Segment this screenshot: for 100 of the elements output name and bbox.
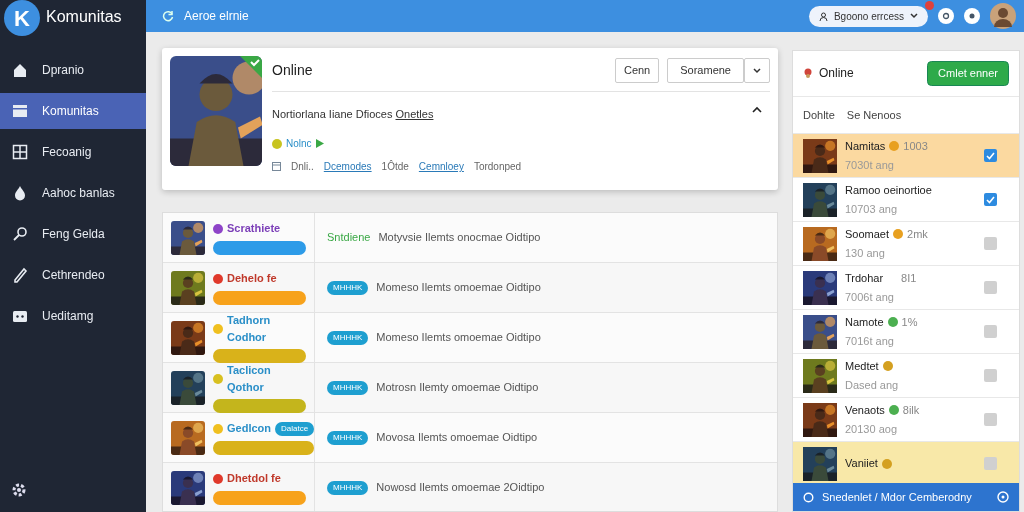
drop-icon — [12, 185, 28, 201]
settings-button[interactable] — [964, 8, 980, 24]
card-title: Online — [272, 60, 313, 80]
logo: K — [4, 0, 40, 36]
group-icon — [803, 68, 813, 79]
item-badge: Dalatce — [275, 421, 315, 436]
status-text: Nolnc — [286, 137, 312, 151]
member-name: Soomaet — [845, 226, 890, 242]
caret-icon — [753, 68, 761, 75]
member-row[interactable]: Vaniiet — [793, 442, 1019, 483]
panel-title: Online — [819, 65, 854, 83]
checkbox[interactable] — [984, 413, 997, 426]
sort-button[interactable]: Soramene — [667, 58, 744, 83]
check-badge-icon — [240, 56, 262, 78]
meta-text: Tordonped — [473, 160, 522, 174]
member-count: 1% — [901, 314, 918, 330]
sidebar-item[interactable]: Dpranio — [0, 52, 146, 88]
collapse-icon[interactable] — [752, 105, 762, 114]
member-row[interactable]: Medtet Dased ang — [793, 354, 1019, 398]
member-row[interactable]: Soomaet 2mk 130 ang — [793, 222, 1019, 266]
sidebar-item[interactable]: Fecoanig — [0, 134, 146, 170]
item-description: Movosa Ilemts omoemae Oidtipo — [376, 430, 538, 446]
checkbox[interactable] — [984, 369, 997, 382]
member-count: 2mk — [907, 226, 928, 242]
member-activity: 130 ang — [845, 246, 886, 261]
footer-text[interactable]: Snedenlet / Mdor Cemberodny — [822, 488, 972, 506]
headline: Nortiorlana Iiane Dfioces Onetles — [272, 106, 434, 122]
member-name: Venaots — [845, 402, 885, 418]
chat-icon — [803, 491, 814, 503]
pen-icon — [12, 267, 28, 283]
action-button[interactable]: Cenn — [614, 58, 660, 83]
checkbox[interactable] — [984, 149, 997, 162]
item-title: Scrathiete — [227, 221, 281, 237]
sidebar-item[interactable]: Ueditamg — [0, 298, 146, 334]
member-name: Namitas — [845, 138, 886, 154]
tag-text: Sntdiene — [327, 230, 371, 246]
member-count: 8ilk — [902, 402, 920, 418]
checkbox[interactable] — [984, 193, 997, 206]
item-title: Taclicon Qothor — [227, 363, 272, 395]
member-name: Medtet — [845, 358, 879, 374]
checkbox[interactable] — [984, 325, 997, 338]
tag-pill: MHHHK — [327, 330, 369, 345]
help-icon[interactable] — [997, 491, 1009, 503]
dropdown-toggle[interactable] — [744, 58, 770, 83]
dot-icon — [968, 12, 976, 20]
grid-icon — [12, 144, 28, 160]
sidebar-item[interactable]: Cethrendeo — [0, 257, 146, 293]
meta-text: Dnli.. — [291, 160, 314, 174]
refresh-icon[interactable] — [162, 10, 174, 22]
member-row[interactable]: Trdohar 8I1 7006t ang — [793, 266, 1019, 310]
item-title: Dehelo fe — [227, 271, 277, 287]
item-title: Gedlcon — [227, 421, 271, 437]
member-row[interactable]: Namitas 1003 7030t ang — [793, 134, 1019, 178]
brand-name: Komunitas — [46, 7, 122, 27]
member-count: 1003 — [903, 138, 928, 154]
column-header: Dohlte — [803, 107, 835, 123]
item-title: Dhetdol fe — [227, 471, 281, 487]
item-title: Tadhorn Codhor — [227, 313, 272, 345]
sidebar-item[interactable]: Komunitas — [0, 93, 146, 129]
tag-pill: MHHHK — [327, 480, 369, 495]
checkbox[interactable] — [984, 457, 997, 470]
item-description: Nowosd Ilemts omoemae 2Oidtipo — [376, 480, 545, 496]
play-icon[interactable] — [315, 139, 324, 148]
checkbox[interactable] — [984, 281, 997, 294]
gear-icon[interactable] — [12, 482, 26, 497]
tag-pill: MHHHK — [327, 380, 369, 395]
calendar-icon — [272, 162, 281, 171]
house-icon — [12, 62, 28, 78]
ring-icon — [942, 12, 950, 20]
member-activity: 20130 aog — [845, 422, 898, 437]
member-name: Vaniiet — [845, 456, 878, 472]
avatar[interactable] — [990, 3, 1016, 29]
item-description: Motyvsie Ilemts onocmae Oidtipo — [378, 230, 541, 246]
member-activity: 7030t ang — [845, 158, 895, 173]
member-activity: Dased ang — [845, 378, 899, 393]
sidebar-item[interactable]: Aahoc banlas — [0, 175, 146, 211]
member-activity: 10703 ang — [845, 202, 898, 217]
item-description: Motrosn Ilemty omoemae Oidtipo — [376, 380, 539, 396]
card-icon — [12, 103, 28, 119]
meta-link[interactable]: Dcemodes — [323, 159, 372, 174]
page-title: Aeroe elrnie — [184, 8, 249, 25]
sidebar-item[interactable]: Feng Gelda — [0, 216, 146, 252]
member-name: Namote — [845, 314, 884, 330]
box-icon — [12, 308, 28, 324]
meta-link[interactable]: Cemnloey — [418, 159, 464, 174]
tag-pill: MHHHK — [327, 430, 369, 445]
notification-dot — [925, 0, 934, 10]
member-name: Ramoo oeinortioe — [845, 182, 932, 198]
account-dropdown[interactable]: Bgoono errcess — [808, 5, 928, 27]
column-header: Se Nenoos — [846, 107, 902, 123]
checkbox[interactable] — [984, 237, 997, 250]
member-row[interactable]: Namote 1% 7016t ang — [793, 310, 1019, 354]
member-name: Trdohar — [845, 270, 884, 286]
item-description: Momeso Ilemts omoemae Oidtipo — [376, 280, 541, 296]
member-row[interactable]: Ramoo oeinortioe 10703 ang — [793, 178, 1019, 222]
headline-link[interactable]: Onetles — [395, 107, 434, 120]
help-button[interactable] — [938, 8, 954, 24]
meta-text: 1Ôtde — [381, 159, 409, 174]
member-activity: 7016t ang — [845, 334, 895, 349]
member-activity: 7006t ang — [845, 290, 895, 305]
